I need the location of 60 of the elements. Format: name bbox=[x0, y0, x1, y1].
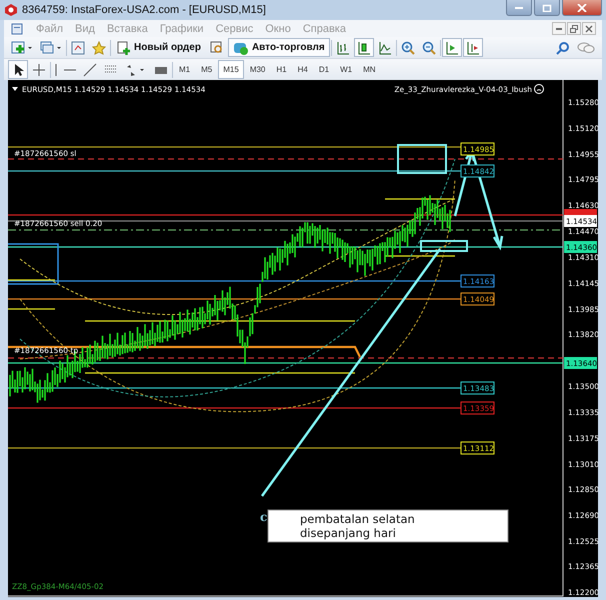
close-button[interactable] bbox=[582, 22, 596, 35]
new-order-button[interactable]: Новый ордер bbox=[112, 38, 206, 57]
robot-icon bbox=[232, 40, 249, 54]
timeframe-button[interactable]: M30 bbox=[244, 60, 270, 79]
document-icon bbox=[10, 22, 24, 36]
price-level-line bbox=[385, 255, 455, 257]
line-chart-icon bbox=[378, 40, 392, 54]
vertical-line-icon bbox=[55, 64, 57, 76]
magnifier-document-icon bbox=[210, 40, 224, 54]
chart-window-icon bbox=[71, 40, 85, 54]
restore-icon bbox=[570, 24, 578, 32]
timeframe-button[interactable]: M5 bbox=[196, 60, 218, 79]
dropdown-arrow-icon[interactable] bbox=[12, 87, 18, 91]
minimize-icon bbox=[515, 6, 523, 8]
crosshair-icon bbox=[32, 62, 46, 76]
timeframe-button[interactable]: M1 bbox=[174, 60, 196, 79]
zoom-out-icon bbox=[422, 40, 436, 54]
star-icon bbox=[92, 40, 106, 54]
highlight-rectangle bbox=[397, 144, 447, 174]
auto-scroll-icon bbox=[444, 40, 459, 54]
timeframe-button[interactable]: D1 bbox=[314, 60, 334, 79]
close-button[interactable] bbox=[562, 0, 602, 16]
auto-scroll-button[interactable] bbox=[442, 38, 462, 57]
cursor-button[interactable] bbox=[8, 60, 28, 79]
timeframe-button[interactable]: W1 bbox=[335, 60, 358, 79]
timeframe-button[interactable]: MN bbox=[358, 60, 381, 79]
candlestick-button[interactable] bbox=[354, 38, 374, 57]
timeframe-button[interactable]: M15 bbox=[218, 60, 244, 79]
chart-shift-button[interactable] bbox=[462, 38, 483, 57]
maximize-button[interactable] bbox=[534, 0, 560, 16]
window-title: 8364759: InstaForex-USA2.com - [EURUSD,M15] bbox=[22, 4, 266, 16]
chart-shift-icon bbox=[466, 40, 480, 54]
minimize-icon bbox=[556, 28, 562, 30]
highlight-rectangle bbox=[420, 240, 468, 252]
price-level-line bbox=[8, 308, 55, 310]
app-logo-icon bbox=[4, 3, 18, 17]
note-box: pembatalan selatan disepanjang hari bbox=[268, 510, 508, 542]
maximize-icon bbox=[542, 4, 552, 12]
restore-button[interactable] bbox=[567, 22, 581, 35]
minimize-button[interactable] bbox=[506, 0, 532, 16]
candlestick-icon bbox=[356, 40, 371, 54]
zoom-in-icon bbox=[400, 40, 415, 54]
shapes-icon bbox=[125, 62, 147, 76]
windows-icon bbox=[40, 40, 62, 54]
speech-bubbles-icon bbox=[577, 40, 595, 54]
close-icon bbox=[585, 24, 593, 32]
smiley-icon bbox=[534, 84, 544, 94]
price-level-line bbox=[385, 198, 455, 200]
close-icon bbox=[577, 4, 587, 12]
horizontal-line-icon bbox=[64, 68, 76, 70]
bars-icon bbox=[336, 40, 350, 54]
diagonal-line-icon bbox=[83, 62, 97, 76]
search-icon bbox=[556, 40, 570, 54]
timeframe-button[interactable]: H4 bbox=[292, 60, 313, 79]
auto-trading-button[interactable]: Авто-торговля bbox=[228, 38, 330, 57]
minimize-button[interactable] bbox=[552, 22, 566, 35]
timeframe-button[interactable]: H1 bbox=[271, 60, 292, 79]
document-plus-icon bbox=[117, 40, 131, 54]
marker-letter: c bbox=[260, 510, 268, 524]
plus-chart-icon bbox=[11, 40, 33, 54]
